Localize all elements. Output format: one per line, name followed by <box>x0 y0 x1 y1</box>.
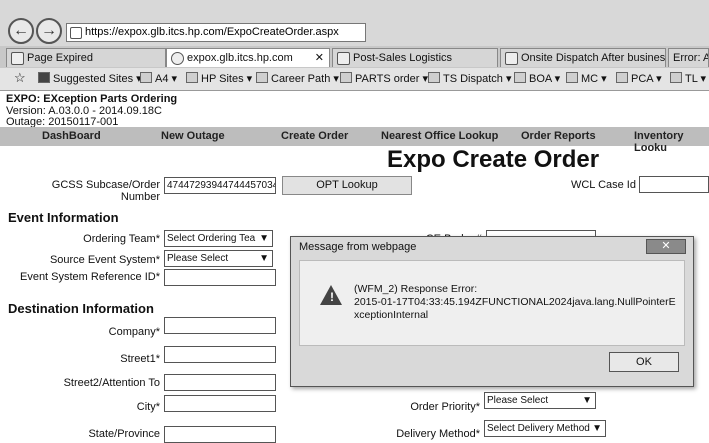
fav-parts-order[interactable]: PARTS order ▾ <box>340 72 428 85</box>
street2-input[interactable] <box>164 374 276 391</box>
dialog-message: (WFM_2) Response Error: 2015-01-17T04:33… <box>354 283 678 322</box>
source-event-label: Source Event System* <box>49 254 160 266</box>
menu-nearest-office[interactable]: Nearest Office Lookup <box>381 130 498 142</box>
company-label: Company* <box>108 326 160 338</box>
folder-icon <box>140 72 152 83</box>
street1-input[interactable] <box>164 346 276 363</box>
tab-bar: Page Expired expox.glb.itcs.hp.com ✕ Pos… <box>0 46 709 69</box>
order-priority-value: Please Select <box>487 395 549 406</box>
fav-ts-dispatch[interactable]: TS Dispatch ▾ <box>428 72 512 85</box>
ordering-team-select[interactable]: Select Ordering Tea ▼ <box>164 230 273 247</box>
dialog-body: ! (WFM_2) Response Error: 2015-01-17T04:… <box>299 260 685 346</box>
back-icon[interactable]: ← <box>8 18 34 44</box>
tab-label: Onsite Dispatch After business... <box>521 52 666 64</box>
event-ref-input[interactable] <box>164 269 276 286</box>
app-menu-bar: DashBoard New Outage Create Order Neares… <box>0 127 709 154</box>
ordering-team-label: Ordering Team* <box>83 233 160 245</box>
company-input[interactable] <box>164 317 276 334</box>
ordering-team-value: Select Ordering Tea <box>167 233 256 244</box>
menu-create-order[interactable]: Create Order <box>281 130 348 142</box>
event-ref-label: Event System Reference ID* <box>19 271 160 283</box>
chevron-down-icon: ▼ <box>582 395 592 406</box>
tab-label: Error: Ac <box>673 52 708 64</box>
browser-toolbar: ← → https://expox.glb.itcs.hp.com/ExpoCr… <box>0 0 709 46</box>
fav-pca[interactable]: PCA ▾ <box>616 72 662 85</box>
dialog-message-line1: (WFM_2) Response Error: <box>354 283 478 295</box>
folder-icon <box>186 72 198 83</box>
chevron-down-icon: ▼ <box>259 253 269 264</box>
dialog-message-line2: 2015-01-17T04:33:45.194ZFUNCTIONAL2024ja… <box>354 296 676 321</box>
tab-post-sales[interactable]: Post-Sales Logistics <box>332 48 498 67</box>
city-label: City* <box>136 401 160 413</box>
ok-button[interactable]: OK <box>609 352 679 372</box>
message-dialog: Message from webpage ✕ ! (WFM_2) Respons… <box>290 236 694 387</box>
loading-icon <box>171 52 184 65</box>
street1-label: Street1* <box>120 353 160 365</box>
menu-dashboard[interactable]: DashBoard <box>42 130 101 142</box>
folder-icon <box>256 72 268 83</box>
tab-label: Page Expired <box>27 52 94 64</box>
chevron-down-icon: ▼ <box>592 423 602 434</box>
page-icon <box>11 52 24 65</box>
order-priority-label: Order Priority* <box>410 401 480 413</box>
app-title: EXPO: EXception Parts Ordering <box>6 93 178 105</box>
close-icon: ✕ <box>661 240 671 252</box>
menu-order-reports[interactable]: Order Reports <box>521 130 596 142</box>
address-bar[interactable]: https://expox.glb.itcs.hp.com/ExpoCreate… <box>66 23 366 42</box>
fav-tl[interactable]: TL ▾ <box>670 72 706 85</box>
delivery-method-select[interactable]: Select Delivery Method ▼ <box>484 420 606 437</box>
page-icon <box>505 52 518 65</box>
menu-inventory-lookup[interactable]: Inventory Looku <box>634 130 709 154</box>
favorites-bar: ☆ Suggested Sites ▾ A4 ▾ HP Sites ▾ Care… <box>0 68 709 91</box>
source-event-select[interactable]: Please Select ▼ <box>164 250 273 267</box>
forward-icon[interactable]: → <box>36 18 62 44</box>
fav-career-path[interactable]: Career Path ▾ <box>256 72 339 85</box>
wcl-case-id-label: WCL Case Id <box>570 179 636 191</box>
folder-icon <box>566 72 578 83</box>
fav-hp-sites[interactable]: HP Sites ▾ <box>186 72 252 85</box>
dialog-close-button[interactable]: ✕ <box>646 239 686 254</box>
tab-expox[interactable]: expox.glb.itcs.hp.com ✕ <box>166 48 330 67</box>
folder-icon <box>340 72 352 83</box>
wcl-case-id-input[interactable] <box>639 176 709 193</box>
fav-a4[interactable]: A4 ▾ <box>140 72 177 85</box>
close-tab-icon[interactable]: ✕ <box>315 49 324 67</box>
gcss-label: GCSS Subcase/Order Number <box>51 179 160 203</box>
hp-icon <box>337 52 350 65</box>
street2-label: Street2/Attention To <box>63 377 160 389</box>
tab-page-expired[interactable]: Page Expired <box>6 48 166 67</box>
delivery-method-value: Select Delivery Method <box>487 423 590 434</box>
fav-suggested-sites[interactable]: Suggested Sites ▾ <box>38 72 142 85</box>
destination-info-heading: Destination Information <box>8 301 154 316</box>
source-event-value: Please Select <box>167 253 229 264</box>
bing-icon <box>38 72 50 83</box>
folder-icon <box>428 72 440 83</box>
menu-new-outage[interactable]: New Outage <box>161 130 225 142</box>
state-label: State/Province <box>88 428 160 440</box>
url-text: https://expox.glb.itcs.hp.com/ExpoCreate… <box>85 26 339 38</box>
opt-lookup-button[interactable]: OPT Lookup <box>282 176 412 195</box>
tab-label: expox.glb.itcs.hp.com <box>187 52 293 64</box>
city-input[interactable] <box>164 395 276 412</box>
folder-icon <box>616 72 628 83</box>
site-icon <box>70 27 82 39</box>
delivery-method-label: Delivery Method* <box>396 428 480 440</box>
dialog-title: Message from webpage <box>299 241 417 253</box>
folder-icon <box>670 72 682 83</box>
event-info-heading: Event Information <box>8 210 119 225</box>
page-title: Expo Create Order <box>387 146 600 173</box>
fav-boa[interactable]: BOA ▾ <box>514 72 560 85</box>
chevron-down-icon: ▼ <box>259 233 269 244</box>
folder-icon <box>514 72 526 83</box>
gcss-input[interactable]: 474472939447444570340 <box>164 177 276 194</box>
warning-exclamation: ! <box>330 290 334 304</box>
tab-error[interactable]: Error: Ac <box>668 48 709 67</box>
order-priority-select[interactable]: Please Select ▼ <box>484 392 596 409</box>
tab-onsite-dispatch[interactable]: Onsite Dispatch After business... <box>500 48 666 67</box>
fav-mc[interactable]: MC ▾ <box>566 72 607 85</box>
favorites-star-icon[interactable]: ☆ <box>14 70 26 86</box>
tab-label: Post-Sales Logistics <box>353 52 453 64</box>
